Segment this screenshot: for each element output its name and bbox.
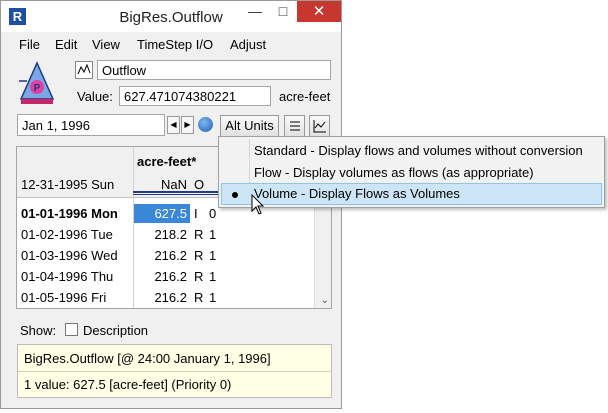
row-date: 01-02-1996 Tue (21, 227, 113, 242)
header-separator (17, 197, 233, 198)
description-label: Description (83, 323, 149, 338)
row-value[interactable]: NaN (135, 177, 187, 192)
row-flag: I (194, 206, 198, 221)
close-button[interactable]: ✕ (297, 1, 341, 22)
alt-units-menu: Standard - Display flows and volumes wit… (218, 136, 605, 208)
row-priority: 0 (209, 206, 217, 221)
previous-date-button[interactable]: ◀ (167, 116, 180, 134)
value-label: Value: (77, 89, 113, 104)
row-value[interactable]: 216.2 (135, 290, 187, 305)
menu-item-label: Volume - Display Flows as Volumes (254, 186, 460, 201)
mouse-cursor-icon (251, 194, 265, 215)
date-input[interactable] (17, 114, 165, 136)
minimize-button[interactable]: — (241, 1, 269, 22)
row-date: 12-31-1995 Sun (21, 177, 115, 192)
globe-icon[interactable] (198, 117, 213, 132)
row-date: 01-01-1996 Mon (21, 206, 118, 221)
title-bar[interactable]: R BigRes.Outflow — □ ✕ (1, 1, 341, 32)
row-flag: R (194, 290, 204, 305)
units-label: acre-feet (279, 89, 331, 104)
alt-units-button[interactable]: Alt Units (220, 115, 279, 137)
row-date: 01-04-1996 Thu (21, 269, 114, 284)
value-input[interactable] (119, 86, 271, 106)
info-line-slot: BigRes.Outflow [@ 24:00 January 1, 1996] (24, 351, 271, 366)
list-icon (289, 121, 300, 131)
menu-file[interactable]: File (19, 37, 40, 52)
row-value[interactable]: 627.5 (135, 206, 187, 221)
slot-name-input[interactable] (97, 60, 331, 80)
description-checkbox[interactable] (65, 323, 78, 336)
list-view-button[interactable] (284, 115, 305, 137)
menu-item-label: Flow - Display volumes as flows (as appr… (254, 165, 534, 180)
row-value[interactable]: 216.2 (135, 248, 187, 263)
chart-icon (313, 120, 326, 133)
row-value[interactable]: 218.2 (135, 227, 187, 242)
menu-timestep-io[interactable]: TimeStep I/O (137, 37, 213, 52)
svg-text:P: P (34, 83, 41, 94)
row-flag: R (194, 227, 204, 242)
row-date: 01-05-1996 Fri (21, 290, 107, 305)
menu-item-standard[interactable]: Standard - Display flows and volumes wit… (221, 140, 602, 162)
menu-item-label: Standard - Display flows and volumes wit… (254, 143, 583, 158)
selected-bullet-icon (232, 192, 238, 198)
info-panel: BigRes.Outflow [@ 24:00 January 1, 1996]… (17, 344, 332, 398)
chevron-down-icon[interactable]: ⌄ (321, 295, 329, 306)
maximize-button[interactable]: □ (269, 1, 297, 22)
menu-view[interactable]: View (92, 37, 120, 52)
menu-edit[interactable]: Edit (55, 37, 77, 52)
row-priority: 1 (209, 290, 217, 305)
next-date-button[interactable]: ▶ (181, 116, 194, 134)
column-header-acre-feet[interactable]: acre-feet* (137, 154, 196, 169)
row-priority: 1 (209, 248, 217, 263)
info-line-value: 1 value: 627.5 [acre-feet] (Priority 0) (24, 377, 232, 392)
row-priority: 1 (209, 269, 217, 284)
row-value[interactable]: 216.2 (135, 269, 187, 284)
menu-item-volume[interactable]: Volume - Display Flows as Volumes (221, 183, 602, 205)
sparkline-icon (75, 61, 93, 79)
info-separator (18, 371, 331, 372)
row-flag: O (194, 177, 205, 192)
row-flag: R (194, 248, 204, 263)
column-divider (133, 147, 134, 308)
menu-bar: File Edit View TimeStep I/O Adjust (1, 33, 341, 55)
plot-button[interactable] (309, 115, 330, 137)
row-priority: 1 (209, 227, 217, 242)
show-label: Show: (20, 323, 57, 338)
reservoir-object-icon: P (19, 61, 55, 104)
menu-item-flow[interactable]: Flow - Display volumes as flows (as appr… (221, 162, 602, 184)
menu-adjust[interactable]: Adjust (230, 37, 266, 52)
row-date: 01-03-1996 Wed (21, 248, 118, 263)
row-flag: R (194, 269, 204, 284)
